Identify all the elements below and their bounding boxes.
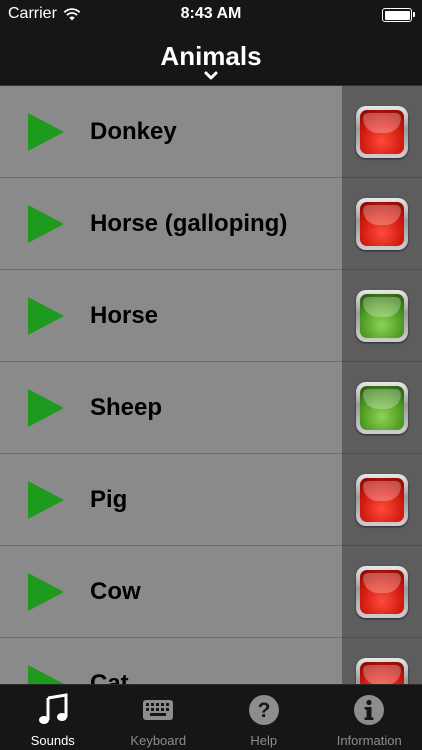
sound-row[interactable]: Cow <box>0 546 422 638</box>
sound-name: Donkey <box>90 118 177 145</box>
tab-help[interactable]: ? Help <box>211 685 317 750</box>
sound-row-main[interactable]: Donkey <box>0 86 342 178</box>
page-title[interactable]: Animals <box>0 30 422 72</box>
sound-toggle-button[interactable] <box>356 106 408 158</box>
sound-list[interactable]: Donkey Horse (galloping) Horse Sheep Pig… <box>0 86 422 684</box>
tab-bar: Sounds Keyboard? Help Information <box>0 684 422 750</box>
nav-bar[interactable]: Animals <box>0 30 422 86</box>
sound-name: Horse <box>90 302 159 329</box>
tab-label: Information <box>336 733 402 748</box>
battery-icon <box>382 8 415 22</box>
sound-row[interactable]: Pig <box>0 454 422 546</box>
play-icon[interactable] <box>28 481 64 519</box>
play-icon[interactable] <box>28 113 64 151</box>
sound-row[interactable]: Cat <box>0 638 422 684</box>
sound-row-side <box>342 178 422 270</box>
sound-toggle-button[interactable] <box>356 382 408 434</box>
sound-name: Horse (galloping) <box>90 210 288 237</box>
keyboard-icon <box>141 693 175 727</box>
red-lamp-icon <box>360 662 404 684</box>
red-lamp-icon <box>360 202 404 246</box>
sound-name: Sheep <box>90 394 163 421</box>
green-lamp-icon <box>360 386 404 430</box>
sound-row-main[interactable]: Horse (galloping) <box>0 178 342 270</box>
sound-name: Pig <box>90 486 128 513</box>
play-icon[interactable] <box>28 665 64 684</box>
sound-row-main[interactable]: Cow <box>0 546 342 638</box>
sound-toggle-button[interactable] <box>356 474 408 526</box>
tab-label: Keyboard <box>130 733 187 748</box>
red-lamp-icon <box>360 570 404 614</box>
tab-keyboard[interactable]: Keyboard <box>106 685 212 750</box>
sound-row-side <box>342 362 422 454</box>
status-time: 8:43 AM <box>180 5 242 22</box>
sound-toggle-button[interactable] <box>356 566 408 618</box>
chevron-down-icon[interactable] <box>201 70 221 82</box>
sound-row[interactable]: Donkey <box>0 86 422 178</box>
sound-toggle-button[interactable] <box>356 290 408 342</box>
tab-information[interactable]: Information <box>317 685 422 750</box>
sound-row-main[interactable]: Sheep <box>0 362 342 454</box>
tab-sounds[interactable]: Sounds <box>0 685 106 750</box>
play-icon[interactable] <box>28 389 64 427</box>
tab-label: Sounds <box>30 733 75 748</box>
red-lamp-icon <box>360 110 404 154</box>
svg-text:?: ? <box>257 699 270 722</box>
sound-row[interactable]: Horse (galloping) <box>0 178 422 270</box>
sound-row-side <box>342 546 422 638</box>
sound-toggle-button[interactable] <box>356 198 408 250</box>
music-note-icon <box>36 693 70 727</box>
sound-row-side <box>342 86 422 178</box>
sound-row-side <box>342 638 422 684</box>
info-icon <box>352 693 386 727</box>
red-lamp-icon <box>360 478 404 522</box>
tab-label: Help <box>250 733 278 748</box>
green-lamp-icon <box>360 294 404 338</box>
sound-row-main[interactable]: Horse <box>0 270 342 362</box>
sound-row-main[interactable]: Pig <box>0 454 342 546</box>
help-icon: ? <box>247 693 281 727</box>
status-bar: Carrier 8:43 AM <box>0 0 422 30</box>
sound-row[interactable]: Horse <box>0 270 422 362</box>
play-icon[interactable] <box>28 205 64 243</box>
sound-row-side <box>342 270 422 362</box>
sound-row-main[interactable]: Cat <box>0 638 342 684</box>
sound-row-side <box>342 454 422 546</box>
sound-row[interactable]: Sheep <box>0 362 422 454</box>
play-icon[interactable] <box>28 573 64 611</box>
sound-name: Cow <box>90 578 141 605</box>
play-icon[interactable] <box>28 297 64 335</box>
sound-name: Cat <box>90 670 129 684</box>
sound-toggle-button[interactable] <box>356 658 408 684</box>
